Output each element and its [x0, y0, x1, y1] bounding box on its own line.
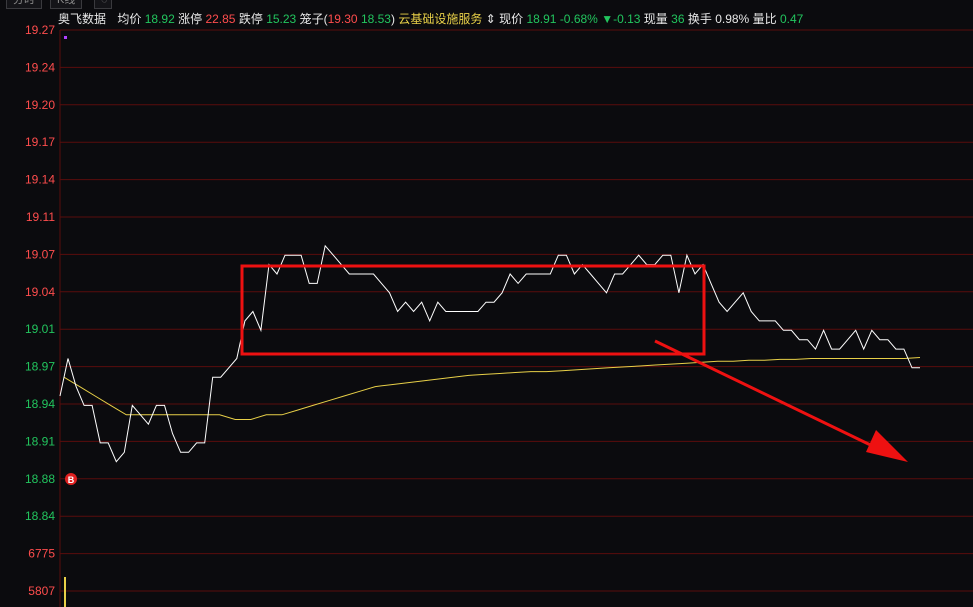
y-tick-label: 19.27: [25, 23, 55, 37]
buy-marker-label: B: [68, 475, 75, 485]
y-tick-label: 19.11: [26, 210, 55, 224]
y-tick-label: 18.97: [25, 360, 55, 374]
y-tick-label: 18.94: [25, 397, 55, 411]
purple-marker: [64, 36, 67, 39]
y-axis: 19.27 19.24 19.20 19.17 19.14 19.11 19.07 19.04…: [25, 23, 55, 598]
y-tick-label: 18.88: [25, 472, 55, 486]
annotation-rectangle: [240, 264, 706, 356]
y-tick-label: 5807: [28, 584, 55, 598]
y-tick-label: 6775: [28, 547, 55, 561]
annotation-arrow-line: [654, 339, 886, 454]
y-tick-label: 19.14: [25, 173, 55, 187]
volume-bar: [64, 577, 66, 607]
y-tick-label: 19.04: [25, 285, 55, 299]
grid-lines: [59, 29, 973, 607]
price-chart[interactable]: 19.27 19.24 19.20 19.17 19.14 19.11 19.07 19.04…: [0, 0, 973, 607]
intraday-chart-panel: 分时 K线 ◌ 奥飞数据 均价 18.92 涨停 22.85 跌停 15.23 …: [0, 0, 973, 607]
y-tick-label: 19.20: [25, 98, 55, 112]
y-tick-label: 19.01: [25, 322, 55, 336]
y-tick-label: 19.24: [25, 60, 55, 74]
y-tick-label: 18.84: [25, 509, 55, 523]
y-tick-label: 18.91: [25, 434, 55, 448]
y-tick-label: 19.17: [25, 135, 55, 149]
annotation-arrow-head: [866, 430, 908, 462]
y-tick-label: 19.07: [25, 247, 55, 261]
buy-marker[interactable]: B: [65, 473, 77, 485]
